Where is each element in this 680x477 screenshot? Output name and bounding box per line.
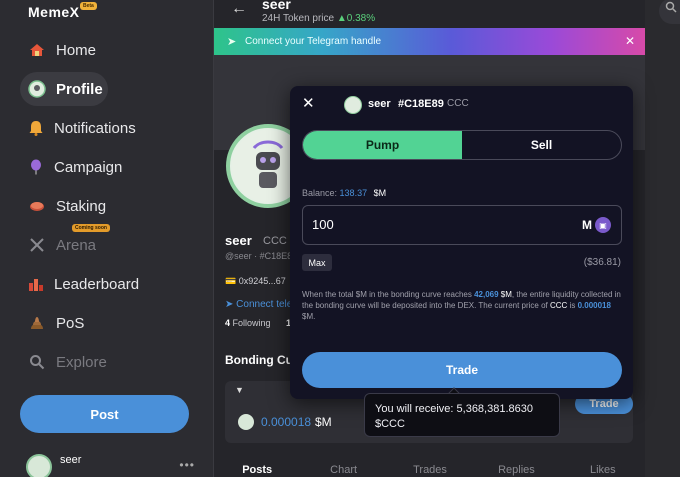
sidebar-item-staking[interactable]: Staking <box>20 189 108 223</box>
telegram-icon: ➤ <box>227 36 237 48</box>
max-button[interactable]: Max <box>302 254 332 271</box>
amount-unit: M <box>582 218 592 232</box>
balance-label: Balance: <box>302 188 338 198</box>
amount-field[interactable]: M ▣ <box>302 205 622 245</box>
price-label: 24H Token price <box>262 13 335 24</box>
sidebar-item-label: Leaderboard <box>54 275 140 293</box>
sidebar-item-label: Arena <box>56 236 97 254</box>
following-number: 4 <box>225 318 231 328</box>
balloon-icon <box>28 158 44 176</box>
tab-trades[interactable]: Trades <box>387 464 473 476</box>
trade-modal: ✕ seer #C18E89 CCC Pump Sell Balance: 13… <box>290 86 633 399</box>
sidebar-item-label: PoS <box>56 314 85 332</box>
sidebar-item-home[interactable]: Home <box>20 33 108 67</box>
sidebar-item-label: Campaign <box>54 158 123 176</box>
info-price: 0.000018 <box>577 301 611 310</box>
info-text: When the total $M in the bonding curve r… <box>302 290 475 299</box>
sidebar-item-label: Explore <box>56 353 107 371</box>
home-icon <box>28 41 46 59</box>
caret-down-icon[interactable]: ▼ <box>235 385 244 395</box>
account-name: seer <box>60 454 82 466</box>
following-label: Following <box>232 318 271 328</box>
trade-button[interactable]: Trade <box>302 352 622 388</box>
telegram-banner[interactable]: ➤ Connect your Telegram handle ✕ <box>214 28 646 55</box>
wallet-address[interactable]: 💳 0x9245...67 <box>225 276 286 287</box>
balance-row: Balance: 138.37 $M <box>302 188 386 198</box>
following-count[interactable]: 4 Following <box>225 318 271 328</box>
token-ticker: CCC <box>447 98 469 109</box>
token-avatar <box>344 96 362 114</box>
sidebar-item-notifications[interactable]: Notifications <box>20 111 136 145</box>
close-icon[interactable]: ✕ <box>302 94 315 112</box>
sidebar-item-label: Profile <box>56 80 103 98</box>
avatar <box>26 454 52 477</box>
coming-soon-badge: Coming soon <box>72 224 110 232</box>
sidebar-item-arena[interactable]: Arena Coming soon <box>20 224 110 262</box>
tab-replies[interactable]: Replies <box>473 464 559 476</box>
sidebar-item-profile[interactable]: Profile <box>20 72 108 106</box>
token-name: seer <box>368 98 391 110</box>
profile-ticker: CCC <box>263 235 287 247</box>
connect-label: Connect tele <box>236 299 293 310</box>
tab-likes[interactable]: Likes <box>560 464 646 476</box>
connect-telegram-link[interactable]: ➤ Connect tele <box>225 299 292 310</box>
pump-tab[interactable]: Pump <box>303 131 462 159</box>
sell-tab[interactable]: Sell <box>462 131 621 159</box>
receive-tooltip: You will receive: 5,368,381.8630 $CCC <box>364 393 560 437</box>
pos-icon <box>28 314 46 332</box>
info-unit: $M <box>498 290 512 299</box>
sidebar-item-explore[interactable]: Explore <box>20 345 108 379</box>
app-root: MemeX Beta Home Profile Notifications Ca… <box>0 0 680 477</box>
sidebar-item-label: Home <box>56 41 97 59</box>
profile-handle: @seer · #C18E89 <box>225 251 298 261</box>
balance-value: 138.37 <box>339 188 368 198</box>
token-hash: #C18E89 <box>398 98 444 110</box>
coin-avatar <box>238 414 254 430</box>
search-icon <box>28 353 46 371</box>
search-icon[interactable] <box>665 1 677 16</box>
info-text: $M. <box>302 312 316 321</box>
info-target: 42,069 <box>474 290 499 299</box>
sidebar-item-label: Staking <box>56 197 107 215</box>
sidebar-item-campaign[interactable]: Campaign <box>20 150 122 184</box>
amount-input[interactable] <box>312 217 552 232</box>
close-icon[interactable]: ✕ <box>625 34 635 48</box>
token-unit-icon: ▣ <box>595 217 611 233</box>
right-panel <box>645 0 680 477</box>
balance-unit: $M <box>373 188 387 198</box>
profile-tabs: Posts Chart Trades Replies Likes <box>214 464 646 476</box>
tab-chart[interactable]: Chart <box>300 464 386 476</box>
tab-posts[interactable]: Posts <box>214 464 300 476</box>
staking-icon <box>28 197 46 215</box>
swords-icon <box>28 236 46 254</box>
bonding-info-text: When the total $M in the bonding curve r… <box>302 289 624 322</box>
sidebar: MemeX Beta Home Profile Notifications Ca… <box>0 0 213 477</box>
sidebar-item-label: Notifications <box>54 119 136 137</box>
pump-sell-toggle: Pump Sell <box>302 130 622 160</box>
more-icon[interactable]: ••• <box>179 458 195 472</box>
bonding-price: 0.000018 <box>261 415 312 429</box>
bell-icon <box>28 119 44 137</box>
usd-value: ($36.81) <box>583 257 621 268</box>
back-arrow-icon[interactable]: ← <box>231 0 247 18</box>
post-button[interactable]: Post <box>20 395 189 433</box>
app-logo[interactable]: MemeX <box>28 4 80 20</box>
sidebar-item-pos[interactable]: PoS <box>20 306 108 340</box>
page-title: seer <box>262 0 291 12</box>
token-price-change: 24H Token price ▲0.38% <box>262 13 375 24</box>
leaderboard-icon <box>28 275 44 293</box>
info-ticker: CCC <box>550 301 568 310</box>
account-switcher[interactable]: seer ••• <box>26 452 201 477</box>
beta-badge: Beta <box>80 2 97 10</box>
price-change-value: ▲0.38% <box>336 13 376 24</box>
sidebar-item-leaderboard[interactable]: Leaderboard <box>20 267 139 301</box>
bonding-unit: $M <box>315 415 332 429</box>
profile-name: seer <box>225 233 252 248</box>
info-text: is <box>567 301 578 310</box>
banner-text[interactable]: Connect your Telegram handle <box>245 36 381 47</box>
profile-icon <box>28 80 46 98</box>
